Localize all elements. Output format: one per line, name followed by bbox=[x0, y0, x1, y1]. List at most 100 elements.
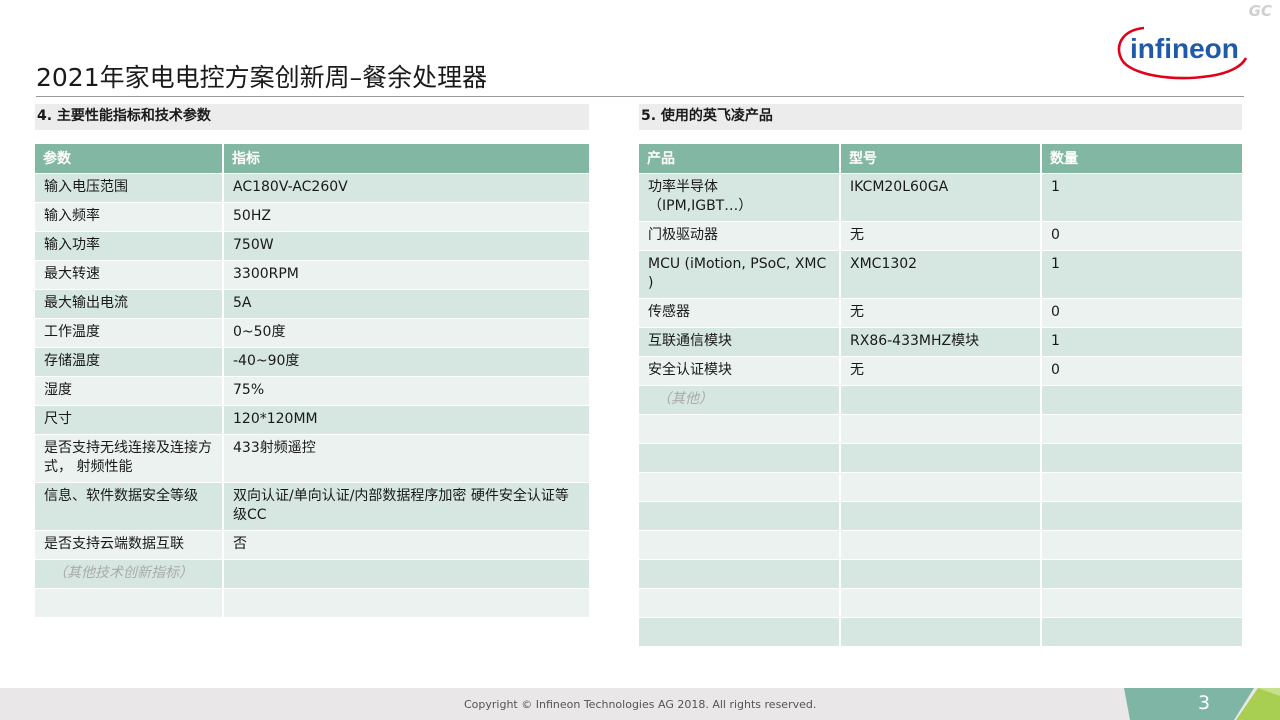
model-cell bbox=[840, 588, 1042, 618]
value-cell: 双向认证/单向认证/内部数据程序加密 硬件安全认证等级CC bbox=[223, 482, 589, 531]
products-table: 产品 型号 数量 功率半导体 （IPM,IGBT…） IKCM20L60GA 1 门… bbox=[639, 144, 1242, 647]
quantity-cell bbox=[1041, 559, 1242, 589]
table-row bbox=[639, 559, 1242, 589]
table-row bbox=[35, 588, 589, 618]
product-cell bbox=[639, 530, 841, 560]
copyright-text: Copyright © Infineon Technologies AG 201… bbox=[464, 698, 817, 711]
value-cell: 否 bbox=[223, 530, 589, 560]
product-cell: 传感器 bbox=[639, 298, 841, 328]
value-cell: 433射频遥控 bbox=[223, 434, 589, 483]
table-row bbox=[639, 443, 1242, 473]
param-cell: 是否支持云端数据互联 bbox=[35, 530, 224, 560]
model-cell: 无 bbox=[840, 221, 1042, 251]
table-row: 最大输出电流 5A bbox=[35, 289, 589, 319]
header-value: 指标 bbox=[223, 144, 589, 174]
placeholder-cell: （其他） bbox=[639, 385, 841, 415]
value-cell: 75% bbox=[223, 376, 589, 406]
table-row bbox=[639, 414, 1242, 444]
param-cell: 湿度 bbox=[35, 376, 224, 406]
model-cell bbox=[840, 530, 1042, 560]
table-row: 输入电压范围 AC180V-AC260V bbox=[35, 173, 589, 203]
value-cell bbox=[223, 559, 589, 589]
param-cell: 最大转速 bbox=[35, 260, 224, 290]
value-cell: 0~50度 bbox=[223, 318, 589, 348]
model-cell: RX86-433MHZ模块 bbox=[840, 327, 1042, 357]
quantity-cell bbox=[1041, 472, 1242, 502]
model-cell: XMC1302 bbox=[840, 250, 1042, 299]
table-row: 最大转速 3300RPM bbox=[35, 260, 589, 290]
product-cell bbox=[639, 617, 841, 647]
table-row: 输入频率 50HZ bbox=[35, 202, 589, 232]
param-cell: 工作温度 bbox=[35, 318, 224, 348]
quantity-cell bbox=[1041, 530, 1242, 560]
param-cell: 信息、软件数据安全等级 bbox=[35, 482, 224, 531]
table-row: （其他） bbox=[639, 385, 1242, 415]
model-cell bbox=[840, 501, 1042, 531]
value-cell: 3300RPM bbox=[223, 260, 589, 290]
product-cell bbox=[639, 443, 841, 473]
table-row: 湿度 75% bbox=[35, 376, 589, 406]
product-cell: 安全认证模块 bbox=[639, 356, 841, 386]
page-title: 2021年家电电控方案创新周–餐余处理器 bbox=[36, 63, 488, 92]
quantity-cell: 1 bbox=[1041, 327, 1242, 357]
table-row: 是否支持无线连接及连接方式， 射频性能 433射频遥控 bbox=[35, 434, 589, 483]
logo-text: infineon bbox=[1130, 33, 1239, 64]
quantity-cell: 0 bbox=[1041, 298, 1242, 328]
table-row bbox=[639, 617, 1242, 647]
model-cell: IKCM20L60GA bbox=[840, 173, 1042, 222]
param-cell: 最大输出电流 bbox=[35, 289, 224, 319]
param-cell: 输入电压范围 bbox=[35, 173, 224, 203]
product-cell bbox=[639, 588, 841, 618]
product-cell bbox=[639, 501, 841, 531]
specs-table: 参数 指标 输入电压范围 AC180V-AC260V 输入频率 50HZ 输入功率 7… bbox=[35, 144, 589, 618]
model-cell bbox=[840, 385, 1042, 415]
param-cell: 输入频率 bbox=[35, 202, 224, 232]
table-row: 存储温度 -40~90度 bbox=[35, 347, 589, 377]
table-row: 功率半导体 （IPM,IGBT…） IKCM20L60GA 1 bbox=[639, 173, 1242, 222]
value-cell: -40~90度 bbox=[223, 347, 589, 377]
product-cell bbox=[639, 559, 841, 589]
table-row bbox=[639, 588, 1242, 618]
table-row: 输入功率 750W bbox=[35, 231, 589, 261]
table-row: 尺寸 120*120MM bbox=[35, 405, 589, 435]
param-cell: 输入功率 bbox=[35, 231, 224, 261]
quantity-cell bbox=[1041, 443, 1242, 473]
model-cell bbox=[840, 559, 1042, 589]
quantity-cell: 0 bbox=[1041, 356, 1242, 386]
param-cell bbox=[35, 588, 224, 618]
quantity-cell bbox=[1041, 617, 1242, 647]
table-row: 安全认证模块无 0 bbox=[639, 356, 1242, 386]
model-cell bbox=[840, 472, 1042, 502]
value-cell: 120*120MM bbox=[223, 405, 589, 435]
quantity-cell bbox=[1041, 588, 1242, 618]
value-cell: 5A bbox=[223, 289, 589, 319]
section-heading-products: 5. 使用的英飞凌产品 bbox=[639, 104, 1242, 130]
title-divider bbox=[36, 96, 1244, 97]
table-row: （其他技术创新指标） bbox=[35, 559, 589, 589]
table-row: 传感器无 0 bbox=[639, 298, 1242, 328]
model-cell: 无 bbox=[840, 356, 1042, 386]
table-row: 门极驱动器无 0 bbox=[639, 221, 1242, 251]
model-cell: 无 bbox=[840, 298, 1042, 328]
table-row: 互联通信模块 RX86-433MHZ模块 1 bbox=[639, 327, 1242, 357]
table-row bbox=[639, 472, 1242, 502]
table-row bbox=[639, 501, 1242, 531]
model-cell bbox=[840, 414, 1042, 444]
quantity-cell bbox=[1041, 385, 1242, 415]
table-row bbox=[639, 530, 1242, 560]
page-number: 3 bbox=[1198, 692, 1211, 714]
header-quantity: 数量 bbox=[1041, 144, 1242, 174]
table-row: 信息、软件数据安全等级 双向认证/单向认证/内部数据程序加密 硬件安全认证等级CC bbox=[35, 482, 589, 531]
quantity-cell bbox=[1041, 501, 1242, 531]
table-row: 是否支持云端数据互联否 bbox=[35, 530, 589, 560]
value-cell: 750W bbox=[223, 231, 589, 261]
value-cell: AC180V-AC260V bbox=[223, 173, 589, 203]
product-cell: 门极驱动器 bbox=[639, 221, 841, 251]
product-cell: 互联通信模块 bbox=[639, 327, 841, 357]
quantity-cell: 1 bbox=[1041, 173, 1242, 222]
header-model: 型号 bbox=[840, 144, 1042, 174]
model-cell bbox=[840, 617, 1042, 647]
model-cell bbox=[840, 443, 1042, 473]
section-heading-specs: 4. 主要性能指标和技术参数 bbox=[35, 104, 589, 130]
product-cell: 功率半导体 （IPM,IGBT…） bbox=[639, 173, 841, 222]
